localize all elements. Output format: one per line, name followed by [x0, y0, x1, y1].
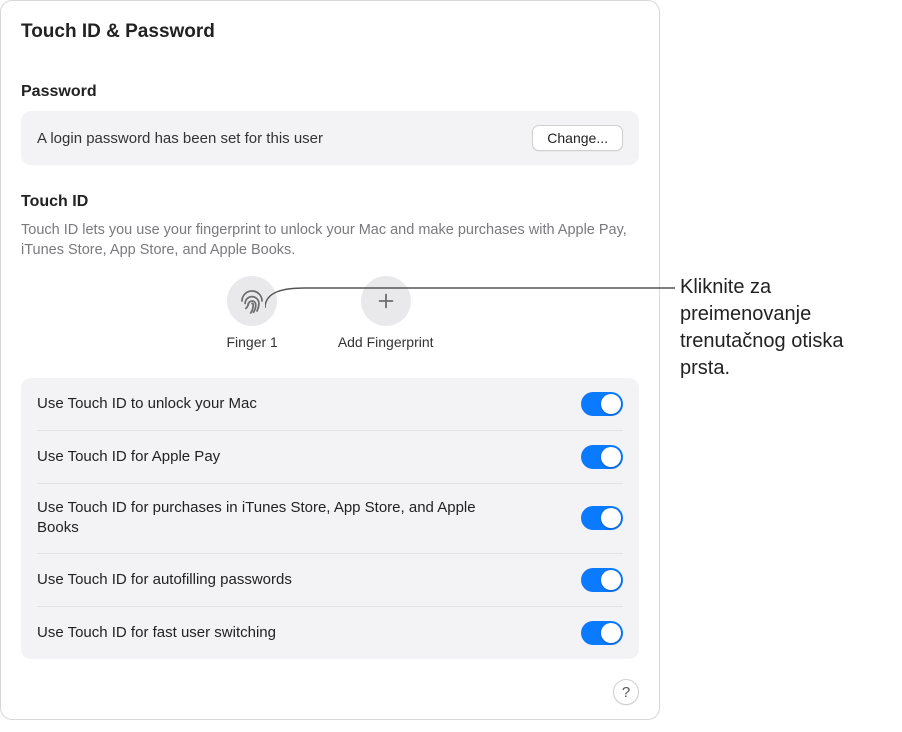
touchid-description: Touch ID lets you use your fingerprint t…: [21, 221, 639, 260]
fingerprint-1[interactable]: Finger 1: [226, 276, 277, 350]
help-button[interactable]: ?: [613, 679, 639, 705]
fingerprints-row: Finger 1 Add Fingerprint: [21, 276, 639, 350]
toggle-fast-switching[interactable]: [581, 621, 623, 645]
fingerprint-icon-circle[interactable]: [227, 276, 277, 326]
option-label: Use Touch ID for fast user switching: [37, 623, 276, 643]
add-fingerprint-circle[interactable]: [361, 276, 411, 326]
toggle-unlock-mac[interactable]: [581, 392, 623, 416]
fingerprint-1-label: Finger 1: [226, 334, 277, 350]
toggle-purchases[interactable]: [581, 506, 623, 530]
fingerprint-icon: [237, 286, 267, 316]
change-password-button[interactable]: Change...: [532, 125, 623, 151]
option-apple-pay: Use Touch ID for Apple Pay: [37, 431, 623, 484]
touchid-options-card: Use Touch ID to unlock your Mac Use Touc…: [21, 378, 639, 659]
toggle-autofill[interactable]: [581, 568, 623, 592]
option-unlock-mac: Use Touch ID to unlock your Mac: [37, 378, 623, 431]
page-title: Touch ID & Password: [21, 21, 639, 43]
password-status: A login password has been set for this u…: [37, 130, 323, 147]
option-purchases: Use Touch ID for purchases in iTunes Sto…: [37, 484, 623, 554]
add-fingerprint-label: Add Fingerprint: [338, 334, 434, 350]
callout-text: Kliknite za preimenovanje trenutačnog ot…: [680, 274, 890, 382]
touchid-heading: Touch ID: [21, 193, 639, 211]
option-label: Use Touch ID for autofilling passwords: [37, 570, 292, 590]
option-label: Use Touch ID for Apple Pay: [37, 447, 220, 467]
option-label: Use Touch ID for purchases in iTunes Sto…: [37, 498, 517, 539]
option-autofill: Use Touch ID for autofilling passwords: [37, 554, 623, 607]
option-fast-switching: Use Touch ID for fast user switching: [37, 607, 623, 659]
settings-pane: Touch ID & Password Password A login pas…: [0, 0, 660, 720]
option-label: Use Touch ID to unlock your Mac: [37, 394, 257, 414]
password-heading: Password: [21, 83, 639, 101]
add-fingerprint[interactable]: Add Fingerprint: [338, 276, 434, 350]
plus-icon: [375, 290, 397, 312]
password-card: A login password has been set for this u…: [21, 111, 639, 165]
toggle-apple-pay[interactable]: [581, 445, 623, 469]
